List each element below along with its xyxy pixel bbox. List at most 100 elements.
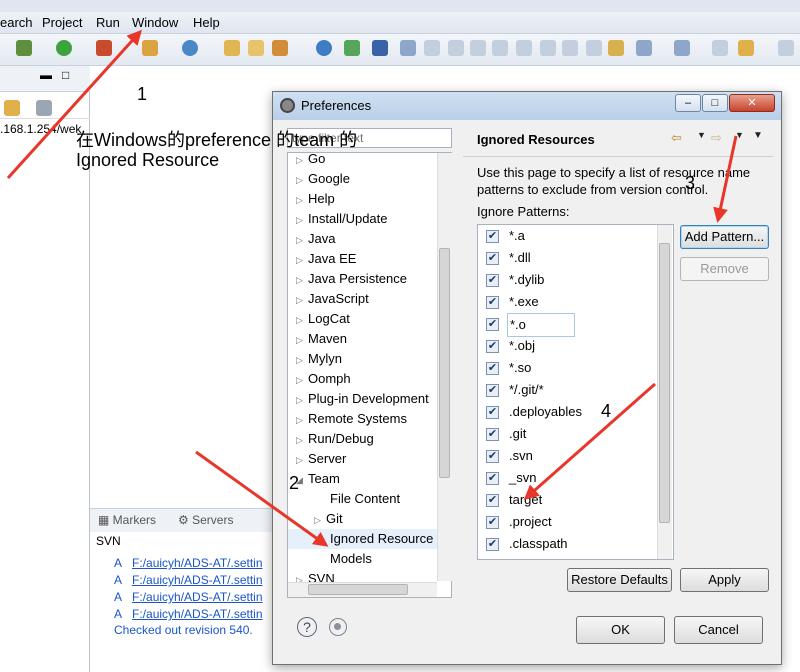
pattern-row[interactable]: ✔ */.git/* — [478, 379, 658, 401]
tree-horizontal-scrollbar[interactable] — [288, 582, 437, 597]
expand-arrow-icon[interactable]: ▷ — [296, 210, 308, 230]
tree-item[interactable]: ▷ Run/Debug — [288, 429, 438, 449]
forward-menu-icon[interactable]: ▼ — [735, 130, 744, 140]
pattern-checkbox[interactable]: ✔ — [486, 516, 499, 529]
pattern-row[interactable]: ✔ target — [478, 489, 658, 511]
last-edit-icon[interactable] — [712, 40, 728, 56]
drop-frame-icon[interactable] — [586, 40, 602, 56]
resume-icon[interactable] — [424, 40, 440, 56]
pattern-checkbox[interactable]: ✔ — [486, 296, 499, 309]
step-return-icon[interactable] — [562, 40, 578, 56]
tree-item[interactable]: ▷ Java — [288, 229, 438, 249]
pattern-row[interactable]: ✔ *.so — [478, 357, 658, 379]
expand-arrow-icon[interactable]: ▷ — [296, 290, 308, 310]
pattern-checkbox[interactable]: ✔ — [486, 318, 499, 331]
external-tools-icon[interactable] — [96, 40, 112, 56]
minimize-icon[interactable]: ▬ — [40, 68, 52, 82]
expand-arrow-icon[interactable]: ▷ — [296, 370, 308, 390]
pattern-checkbox[interactable]: ✔ — [486, 362, 499, 375]
expand-arrow-icon[interactable]: ▷ — [296, 430, 308, 450]
pattern-checkbox[interactable]: ✔ — [486, 538, 499, 551]
pattern-row[interactable]: ✔ *.exe — [478, 291, 658, 313]
expand-arrow-icon[interactable]: ▷ — [296, 330, 308, 350]
prev-annotation-icon[interactable] — [674, 40, 690, 56]
new-wizard-icon[interactable] — [182, 40, 198, 56]
link-editor-icon[interactable] — [4, 100, 20, 116]
open-type-icon[interactable] — [224, 40, 240, 56]
next-annotation-icon[interactable] — [636, 40, 652, 56]
pattern-checkbox[interactable]: ✔ — [486, 450, 499, 463]
pattern-row[interactable]: ✔ _svn — [478, 467, 658, 489]
pattern-row[interactable]: ✔ *.a — [478, 225, 658, 247]
view-menu-icon[interactable] — [36, 100, 52, 116]
tree-item[interactable]: File Content — [288, 489, 438, 509]
servers-tab[interactable]: ⚙ Servers — [178, 513, 233, 527]
pattern-row[interactable]: ✔ .project — [478, 511, 658, 533]
tree-item[interactable]: ▷ Maven — [288, 329, 438, 349]
tree-item[interactable]: ▷ JavaScript — [288, 289, 438, 309]
maximize-button[interactable]: □ — [702, 94, 728, 112]
markers-tab[interactable]: ▦ Markers — [98, 513, 156, 527]
expand-arrow-icon[interactable]: ▷ — [296, 310, 308, 330]
expand-arrow-icon[interactable]: ▷ — [296, 170, 308, 190]
tree-item[interactable]: Models — [288, 549, 438, 569]
open-folder-icon[interactable] — [248, 40, 264, 56]
tree-vertical-scrollbar[interactable] — [437, 153, 452, 581]
annotation-icon[interactable] — [608, 40, 624, 56]
pencil-icon[interactable] — [272, 40, 288, 56]
pattern-row[interactable]: ✔ .classpath — [478, 533, 658, 555]
pattern-row[interactable]: ✔ *.dylib — [478, 269, 658, 291]
minimize-button[interactable]: – — [675, 94, 701, 112]
tree-item[interactable]: ▷ Go — [288, 153, 438, 170]
tree-item[interactable]: ▷ LogCat — [288, 309, 438, 329]
pattern-checkbox[interactable]: ✔ — [486, 230, 499, 243]
add-pattern-button[interactable]: Add Pattern... — [680, 225, 769, 249]
back-arrow-icon[interactable] — [738, 40, 754, 56]
maximize-icon[interactable]: □ — [62, 68, 69, 82]
step-over-icon[interactable] — [540, 40, 556, 56]
new-server-icon[interactable] — [142, 40, 158, 56]
pattern-row[interactable]: ✔ .git — [478, 423, 658, 445]
menu-project[interactable]: Project — [42, 15, 82, 30]
pattern-checkbox[interactable]: ✔ — [486, 406, 499, 419]
pattern-checkbox[interactable]: ✔ — [486, 340, 499, 353]
back-menu-icon[interactable]: ▼ — [697, 130, 706, 140]
expand-arrow-icon[interactable]: ▷ — [296, 250, 308, 270]
tree-item[interactable]: ▷ Install/Update — [288, 209, 438, 229]
ok-button[interactable]: OK — [576, 616, 665, 644]
expand-arrow-icon[interactable]: ▷ — [296, 153, 308, 170]
expand-arrow-icon[interactable]: ▷ — [296, 270, 308, 290]
restore-defaults-button[interactable]: Restore Defaults — [567, 568, 672, 592]
tree-item[interactable]: ▷ Mylyn — [288, 349, 438, 369]
pin-icon[interactable] — [400, 40, 416, 56]
patterns-scrollbar[interactable] — [657, 225, 672, 559]
expand-arrow-icon[interactable]: ▷ — [296, 450, 308, 470]
debug-icon[interactable] — [16, 40, 32, 56]
pattern-row[interactable]: ✔ *.obj — [478, 335, 658, 357]
expand-arrow-icon[interactable]: ▷ — [296, 190, 308, 210]
step-into-icon[interactable] — [516, 40, 532, 56]
expand-arrow-icon[interactable]: ▷ — [314, 510, 326, 530]
expand-arrow-icon[interactable]: ▷ — [296, 390, 308, 410]
tree-item[interactable]: Ignored Resource — [288, 529, 438, 549]
console-icon[interactable] — [372, 40, 388, 56]
cancel-button[interactable]: Cancel — [674, 616, 763, 644]
menu-search[interactable]: earch — [0, 15, 33, 30]
tree-item[interactable]: ▷ Remote Systems — [288, 409, 438, 429]
tree-item[interactable]: ▷ Java EE — [288, 249, 438, 269]
expand-arrow-icon[interactable]: ▷ — [296, 230, 308, 250]
menu-run[interactable]: Run — [96, 15, 120, 30]
tree-item[interactable]: ▷ Google — [288, 169, 438, 189]
pattern-checkbox[interactable]: ✔ — [486, 494, 499, 507]
deploy-icon[interactable] — [344, 40, 360, 56]
tree-item[interactable]: ▷ Plug-in Development — [288, 389, 438, 409]
tree-item[interactable]: ▷ Server — [288, 449, 438, 469]
pattern-checkbox[interactable]: ✔ — [486, 384, 499, 397]
tree-item[interactable]: ▷ Help — [288, 189, 438, 209]
record-icon[interactable] — [329, 618, 347, 636]
pattern-checkbox[interactable]: ✔ — [486, 274, 499, 287]
pattern-row[interactable]: ✔ *.dll — [478, 247, 658, 269]
view-menu-icon[interactable]: ▼ — [753, 130, 763, 141]
disconnect-icon[interactable] — [492, 40, 508, 56]
remove-button[interactable]: Remove — [680, 257, 769, 281]
